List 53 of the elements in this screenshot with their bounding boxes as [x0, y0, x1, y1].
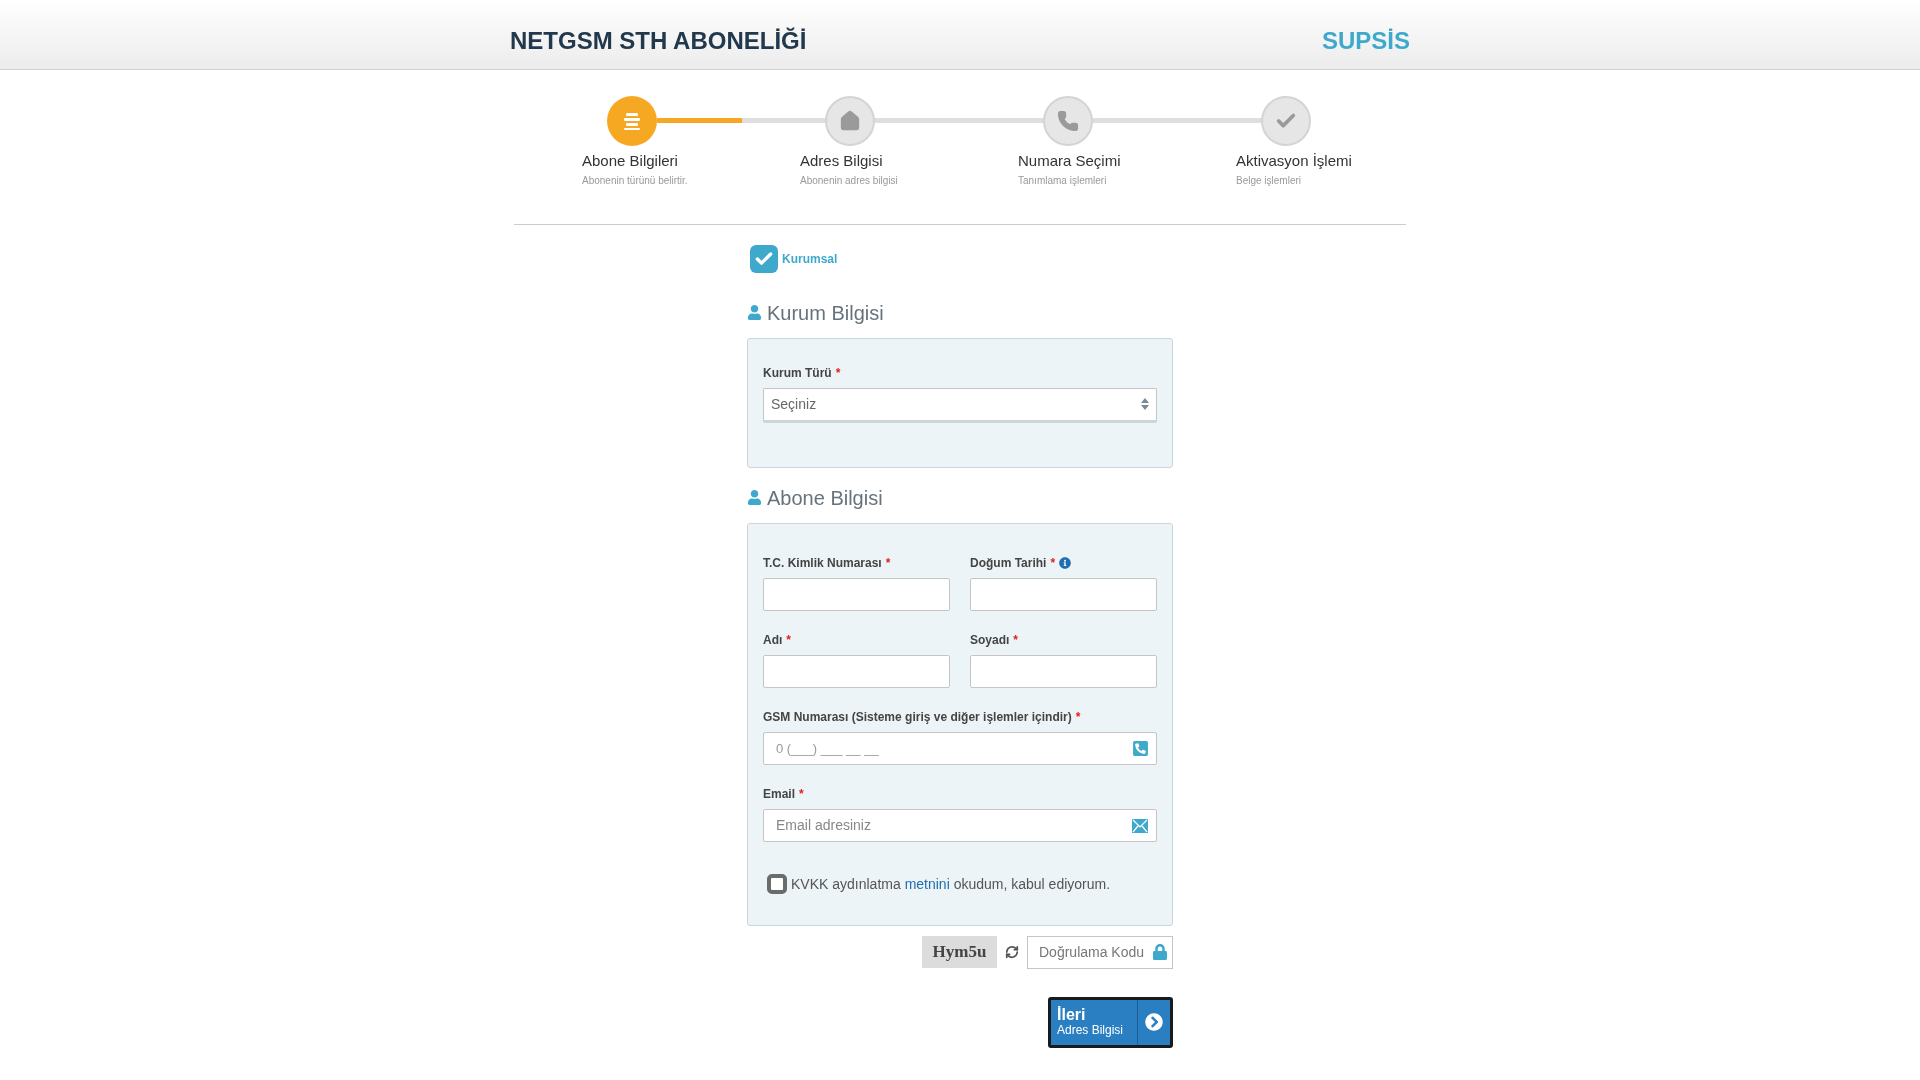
button-sublabel: Adres Bilgisi — [1057, 1023, 1124, 1037]
required-mark: * — [885, 554, 891, 572]
step-title: Aktivasyon İşlemi — [1236, 151, 1352, 171]
consent-link[interactable]: metnini — [904, 875, 950, 892]
text-field[interactable] — [763, 654, 950, 688]
field-label: Doğum Tarihi — [970, 554, 1047, 572]
home-icon — [839, 110, 861, 132]
step-subtitle: Tanımlama işlemleri — [1018, 173, 1107, 188]
text-field[interactable] — [763, 577, 950, 611]
telephone-icon — [1132, 739, 1149, 757]
step-title: Adres Bilgisi — [800, 151, 883, 171]
step-subtitle: Belge işlemleri — [1236, 173, 1302, 188]
user-icon — [747, 305, 762, 320]
refresh-icon[interactable] — [1005, 945, 1019, 959]
required-mark: * — [786, 631, 791, 649]
captcha-field[interactable]: Doğrulama Kodu — [1027, 935, 1173, 969]
required-mark: * — [835, 364, 841, 382]
page-title: NETGSM STH ABONELİĞİ — [510, 25, 807, 56]
select-field[interactable]: Seçiniz — [763, 387, 1157, 423]
section-heading: Abone Bilgisi — [767, 485, 883, 511]
field-label: Kurum Türü — [763, 364, 832, 382]
phone-field[interactable]: 0 (___) ___ __ __ — [763, 731, 1157, 765]
lock-icon — [1153, 942, 1167, 961]
field-label: Adı — [763, 631, 783, 649]
required-mark: * — [1050, 554, 1056, 572]
option-label: Kurumsal — [782, 250, 838, 268]
required-mark: * — [799, 785, 804, 803]
field-label: Soyadı — [970, 631, 1010, 649]
step-title: Numara Seçimi — [1018, 151, 1121, 171]
step-title: Abone Bilgileri — [582, 151, 678, 171]
checkbox[interactable] — [767, 874, 787, 894]
brand-logo: SUPSİS — [1321, 25, 1410, 56]
text-field[interactable] — [970, 577, 1157, 611]
checkbox[interactable] — [750, 244, 778, 273]
button-label: İleri — [1057, 1007, 1086, 1023]
user-icon — [747, 490, 762, 505]
sort-arrows-icon — [1141, 398, 1149, 410]
consent-text: KVKK aydınlatma metnini okudum, kabul ediyorum. — [791, 874, 1111, 894]
next-button[interactable]: İleri Adres Bilgisi — [1048, 996, 1173, 1048]
field-label: GSM Numarası (Sisteme giriş ve diğer işlemler içindir) — [763, 708, 1072, 726]
captcha-image: Hym5u — [922, 936, 997, 968]
chevron-right-icon — [1145, 1013, 1163, 1031]
required-mark: * — [1075, 708, 1081, 726]
section-heading: Kurum Bilgisi — [767, 300, 884, 326]
step-subtitle: Abonenin türünü belirtir. — [582, 173, 688, 188]
field-label: T.C. Kimlik Numarası — [763, 554, 882, 572]
stacked-lines-icon — [621, 110, 643, 132]
text-field[interactable] — [970, 654, 1157, 688]
phone-icon — [1057, 110, 1079, 132]
field-label: Email — [763, 785, 795, 803]
email-field[interactable]: Email adresiniz — [763, 808, 1157, 842]
required-mark: * — [1013, 631, 1019, 649]
step-subtitle: Abonenin adres bilgisi — [800, 173, 898, 188]
